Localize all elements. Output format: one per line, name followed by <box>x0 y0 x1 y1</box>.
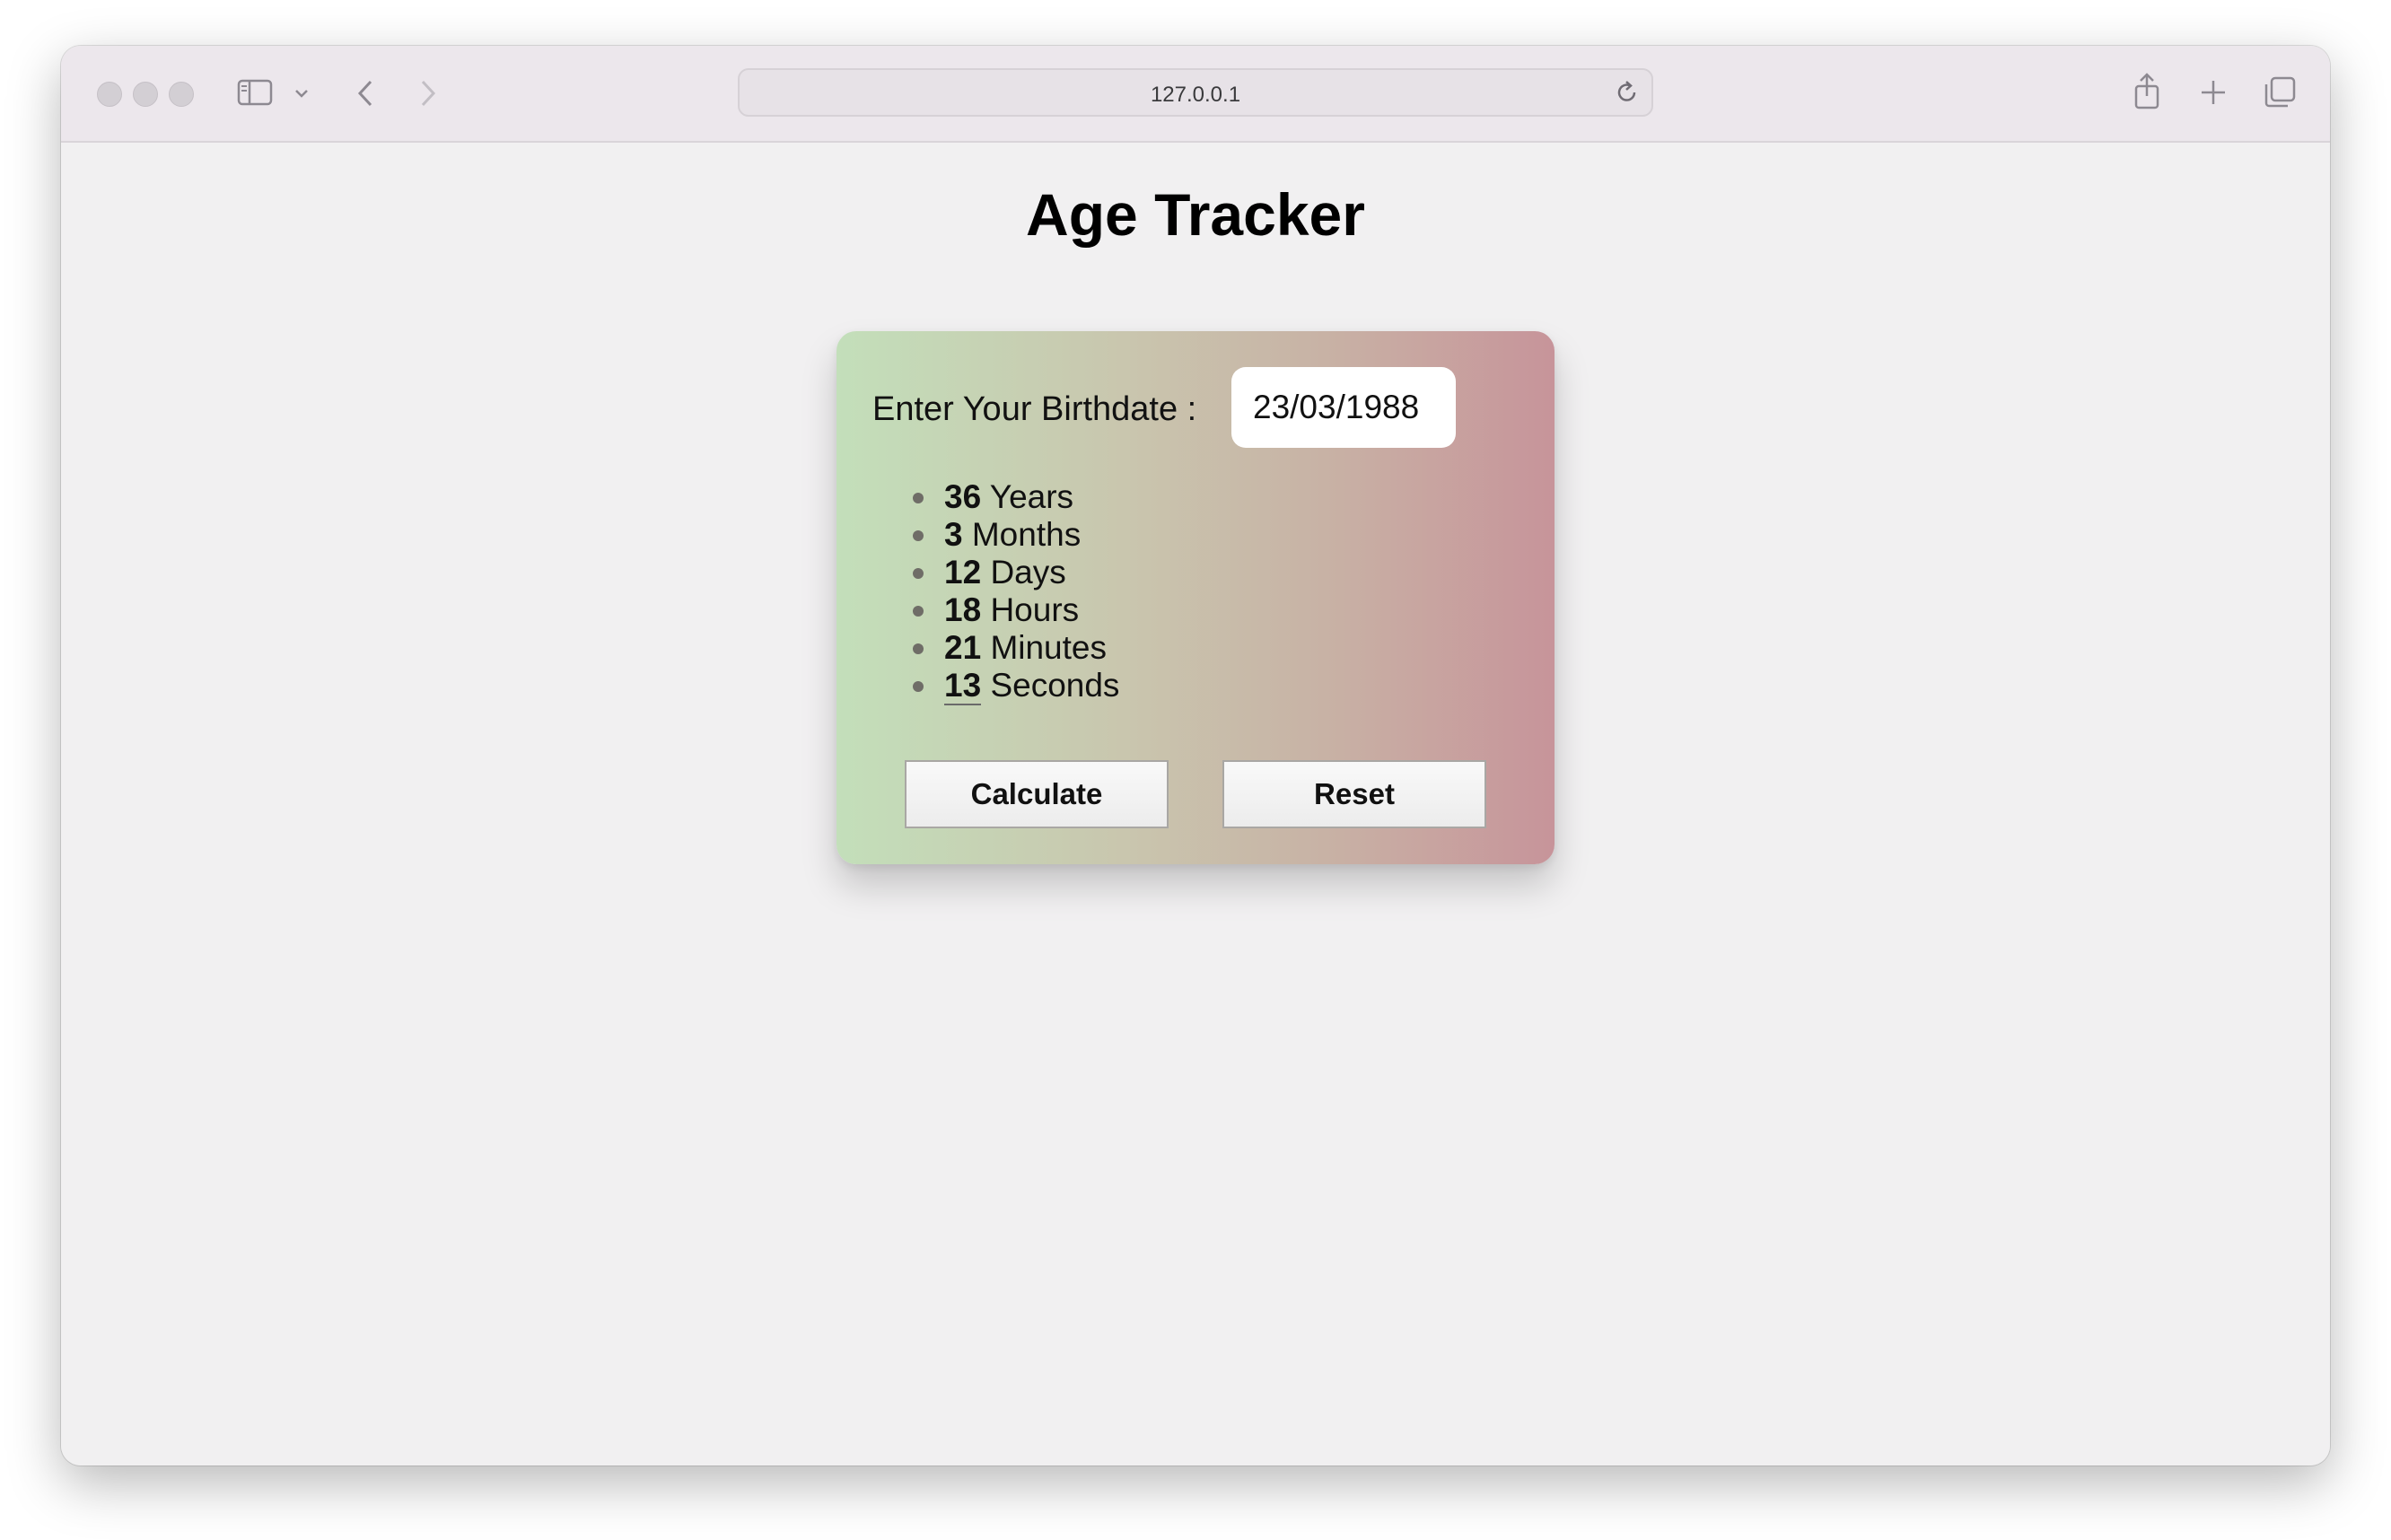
bullet-icon <box>913 681 924 692</box>
bullet-icon <box>913 643 924 654</box>
browser-toolbar: 127.0.0.1 <box>61 46 2330 143</box>
bullet-icon <box>913 530 924 541</box>
bullet-icon <box>913 568 924 579</box>
sidebar-icon[interactable] <box>235 76 275 109</box>
result-value: 36 <box>944 478 982 515</box>
chevron-down-icon[interactable] <box>291 85 312 101</box>
result-unit: Years <box>989 478 1074 515</box>
bullet-icon <box>913 493 924 503</box>
birthdate-input[interactable] <box>1231 367 1456 448</box>
result-value: 3 <box>944 516 963 553</box>
chevron-left-icon[interactable] <box>352 78 379 109</box>
birthdate-label: Enter Your Birthdate : <box>872 390 1197 428</box>
result-unit: Minutes <box>990 629 1107 666</box>
tabs-overview-icon[interactable] <box>2262 74 2298 110</box>
result-unit: Days <box>990 554 1066 591</box>
age-results-list: 36 Years 3 Months 12 Days 18 Hours 21 Mi… <box>908 478 1120 705</box>
result-value: 12 <box>944 554 982 591</box>
result-hours: 18 Hours <box>908 591 1119 629</box>
result-value: 18 <box>944 591 982 628</box>
browser-window: 127.0.0.1 Age Tracker Enter Your Birthda… <box>61 46 2330 1466</box>
result-seconds: 13 Seconds <box>908 667 1120 705</box>
address-bar[interactable]: 127.0.0.1 <box>738 68 1653 117</box>
plus-icon[interactable] <box>2197 76 2229 109</box>
page-title: Age Tracker <box>1026 181 1365 248</box>
result-unit: Months <box>971 516 1082 553</box>
share-icon[interactable] <box>2131 71 2163 112</box>
calculate-button[interactable]: Calculate <box>905 760 1169 828</box>
bullet-icon <box>913 606 924 617</box>
chevron-right-icon[interactable] <box>415 78 442 109</box>
zoom-window-button[interactable] <box>169 82 194 107</box>
result-months: 3 Months <box>908 516 1119 554</box>
result-value: 21 <box>944 629 982 666</box>
result-days: 12 Days <box>908 554 1119 591</box>
age-tracker-card: Enter Your Birthdate : 36 Years 3 Months… <box>836 331 1555 864</box>
minimize-window-button[interactable] <box>133 82 158 107</box>
result-unit: Hours <box>990 591 1080 628</box>
result-unit: Seconds <box>990 667 1120 704</box>
address-text: 127.0.0.1 <box>1150 83 1241 107</box>
reload-icon[interactable] <box>1616 80 1639 109</box>
result-years: 36 Years <box>908 478 1119 516</box>
reset-button[interactable]: Reset <box>1222 760 1486 828</box>
page-content: Age Tracker Enter Your Birthdate : 36 Ye… <box>61 143 2330 1466</box>
close-window-button[interactable] <box>97 82 122 107</box>
result-minutes: 21 Minutes <box>908 629 1119 667</box>
result-value: 13 <box>944 667 982 705</box>
